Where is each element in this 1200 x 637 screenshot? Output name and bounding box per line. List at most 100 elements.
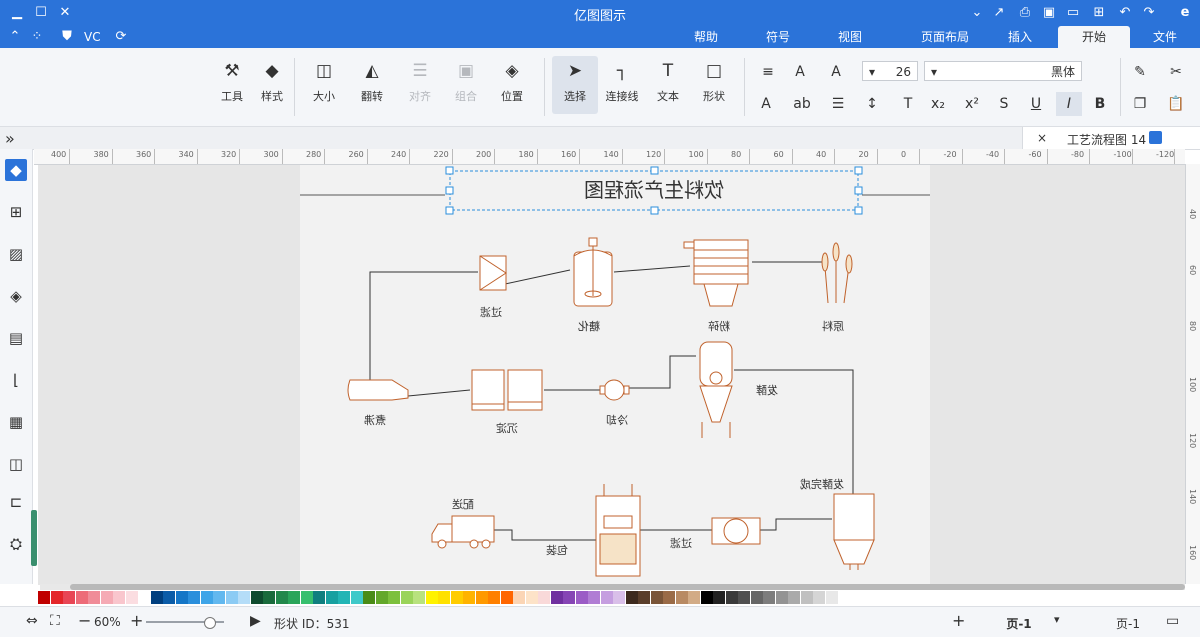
color-swatch[interactable] (250, 591, 263, 604)
zoom-in-icon[interactable]: + (130, 611, 143, 630)
color-swatch[interactable] (625, 591, 638, 604)
connector-pack-deliver (494, 529, 596, 541)
saccharify-tank-icon[interactable] (573, 237, 613, 307)
color-swatch[interactable] (200, 591, 213, 604)
color-swatch[interactable] (575, 591, 588, 604)
add-page-icon[interactable]: + (952, 611, 965, 630)
node-label-pack: 包装 (546, 544, 568, 557)
color-swatch[interactable] (175, 591, 188, 604)
boiler-icon[interactable] (347, 379, 409, 401)
color-swatch[interactable] (450, 591, 463, 604)
color-swatch[interactable] (313, 591, 325, 604)
zoom-slider-handle[interactable] (204, 617, 216, 629)
color-swatch[interactable] (338, 591, 350, 604)
node-label-settle: 沉淀 (496, 422, 518, 435)
shape-id: 形状 ID：531 (274, 617, 350, 631)
color-swatch[interactable] (425, 591, 438, 604)
node-label-ferment-done: 发酵完成 (800, 478, 844, 491)
color-swatch[interactable] (300, 591, 313, 604)
node-label-filter1: 过滤 (480, 306, 502, 319)
page-tab[interactable]: 页-1 (994, 615, 1044, 632)
diagram-title[interactable]: 饮料生产流程图 (450, 174, 858, 203)
color-swatch[interactable] (713, 591, 725, 604)
color-swatch[interactable] (750, 591, 763, 604)
color-swatch[interactable] (238, 591, 250, 604)
color-swatch[interactable] (550, 591, 563, 604)
settling-tank-icon[interactable] (471, 369, 543, 411)
color-palette (38, 591, 1185, 605)
truck-icon[interactable] (431, 515, 495, 549)
color-swatch[interactable] (138, 591, 150, 604)
color-swatch[interactable] (775, 591, 788, 604)
storage-tank-icon[interactable] (833, 493, 875, 570)
node-label-deliver: 配送 (452, 498, 474, 511)
color-swatch[interactable] (563, 591, 575, 604)
filter-press-icon[interactable] (711, 517, 761, 545)
play-icon[interactable]: ▶ (250, 613, 261, 629)
color-swatch[interactable] (675, 591, 688, 604)
color-swatch[interactable] (725, 591, 738, 604)
color-swatch[interactable] (600, 591, 613, 604)
color-swatch[interactable] (650, 591, 663, 604)
color-swatch[interactable] (663, 591, 675, 604)
color-swatch[interactable] (400, 591, 413, 604)
page-select[interactable]: 页-1 (1116, 615, 1140, 632)
color-swatch[interactable] (88, 591, 100, 604)
color-swatch[interactable] (538, 591, 550, 604)
color-swatch[interactable] (100, 591, 113, 604)
color-swatch[interactable] (63, 591, 75, 604)
color-swatch[interactable] (825, 591, 838, 604)
color-swatch[interactable] (188, 591, 200, 604)
color-swatch[interactable] (500, 591, 513, 604)
color-swatch[interactable] (113, 591, 125, 604)
color-swatch[interactable] (388, 591, 400, 604)
fermenter-icon[interactable] (699, 341, 733, 438)
node-label-filter2: 过滤 (670, 537, 692, 550)
color-swatch[interactable] (688, 591, 700, 604)
color-swatch[interactable] (763, 591, 775, 604)
fullscreen-icon[interactable]: ⛶ (50, 613, 60, 629)
page-dropdown-icon[interactable]: ▾ (1054, 613, 1060, 626)
connector-saccharify-filter (504, 269, 571, 285)
color-swatch[interactable] (525, 591, 538, 604)
color-swatch[interactable] (513, 591, 525, 604)
color-swatch[interactable] (275, 591, 288, 604)
cooler-icon[interactable] (599, 379, 630, 401)
color-swatch[interactable] (738, 591, 750, 604)
color-swatch[interactable] (800, 591, 813, 604)
color-swatch[interactable] (475, 591, 488, 604)
color-swatch[interactable] (50, 591, 63, 604)
color-swatch[interactable] (288, 591, 300, 604)
color-swatch[interactable] (75, 591, 88, 604)
color-swatch[interactable] (488, 591, 500, 604)
color-swatch[interactable] (613, 591, 625, 604)
packaging-machine-icon[interactable] (595, 484, 641, 577)
color-swatch[interactable] (38, 591, 50, 604)
color-swatch[interactable] (413, 591, 425, 604)
color-swatch[interactable] (375, 591, 388, 604)
color-swatch[interactable] (813, 591, 825, 604)
wheat-icon[interactable] (821, 242, 853, 304)
color-swatch[interactable] (163, 591, 175, 604)
color-swatch[interactable] (150, 591, 163, 604)
scrollbar-thumb[interactable] (70, 584, 1185, 590)
color-swatch[interactable] (438, 591, 450, 604)
color-swatch[interactable] (588, 591, 600, 604)
color-swatch[interactable] (325, 591, 338, 604)
color-swatch[interactable] (125, 591, 138, 604)
color-swatch[interactable] (788, 591, 800, 604)
color-swatch[interactable] (700, 591, 713, 604)
color-swatch[interactable] (363, 591, 375, 604)
side-handle[interactable] (31, 510, 37, 566)
panel-toggle-icon[interactable]: ▭ (1166, 613, 1179, 629)
filter-icon[interactable] (479, 255, 507, 291)
color-swatch[interactable] (463, 591, 475, 604)
color-swatch[interactable] (225, 591, 238, 604)
fit-page-icon[interactable]: ⇔ (26, 613, 38, 629)
color-swatch[interactable] (263, 591, 275, 604)
color-swatch[interactable] (350, 591, 363, 604)
zoom-out-icon[interactable]: − (78, 611, 91, 630)
color-swatch[interactable] (213, 591, 225, 604)
crusher-icon[interactable] (683, 239, 749, 307)
color-swatch[interactable] (638, 591, 650, 604)
